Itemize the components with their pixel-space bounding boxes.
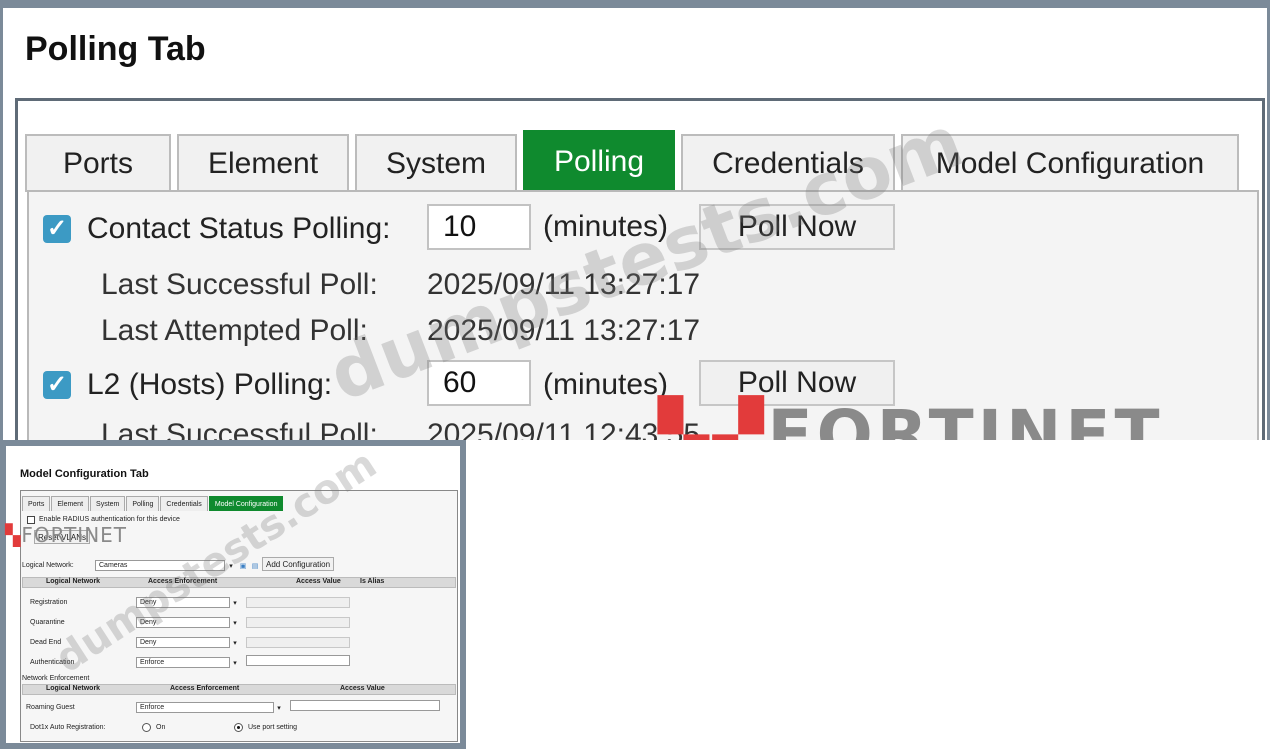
tab-system[interactable]: System — [355, 134, 517, 192]
edit-icon[interactable]: ▣ — [238, 560, 248, 571]
ne-row-roaming-guest-access-value[interactable] — [290, 700, 440, 711]
fortinet-logo: ▚▞FORTINET — [658, 396, 1163, 440]
tab-model-configuration[interactable]: Model Configuration — [901, 134, 1239, 192]
row-registration-access-value — [246, 597, 350, 608]
l2-polling-units: (minutes) — [543, 368, 669, 401]
logical-network-label: Logical Network: — [22, 562, 74, 569]
dot1x-use-port-setting-label: Use port setting — [248, 724, 298, 731]
radius-auth-label: Enable RADIUS authentication for this de… — [39, 516, 180, 523]
add-configuration-button[interactable]: Add Configuration — [262, 557, 335, 571]
dot1x-on-radio[interactable] — [142, 723, 151, 732]
header-access-enforcement: Access Enforcement — [148, 578, 218, 585]
tab-polling[interactable]: Polling — [523, 130, 675, 192]
mc-tab-model-configuration[interactable]: Model Configuration — [208, 496, 284, 511]
dot1x-use-port-setting-radio[interactable] — [234, 723, 243, 732]
row-authentication-access-value[interactable] — [246, 655, 350, 666]
row-quarantine-enforcement[interactable]: Deny — [136, 617, 230, 628]
ne-header-access-enforcement: Access Enforcement — [170, 685, 240, 692]
ne-row-roaming-guest-name: Roaming Guest — [26, 704, 75, 711]
model-config-title: Model Configuration Tab — [20, 468, 149, 480]
header-is-alias: Is Alias — [360, 578, 385, 585]
ne-header-logical-network: Logical Network — [46, 685, 101, 692]
ne-row-dropdown-arrow[interactable]: ▾ — [274, 702, 284, 713]
header-access-value: Access Value — [296, 578, 341, 585]
row-quarantine-name: Quarantine — [30, 619, 65, 626]
dot1x-on-label: On — [156, 724, 166, 731]
logical-network-select[interactable]: Cameras — [95, 560, 225, 571]
fortinet-logo-small: ▚FORTINET — [5, 523, 127, 547]
dot1x-auto-registration-label: Dot1x Auto Registration: — [30, 724, 106, 731]
contact-polling-row: ✓ Contact Status Polling: — [43, 206, 391, 252]
fortinet-logo-small-text: FORTINET — [21, 523, 128, 547]
fortinet-logo-text: FORTINET — [767, 396, 1164, 440]
contact-polling-interval-input[interactable]: 10 — [427, 204, 531, 250]
row-dead-end-dropdown-arrow[interactable]: ▾ — [230, 637, 240, 648]
contact-polling-label: Contact Status Polling: — [87, 212, 391, 245]
mc-tab-polling[interactable]: Polling — [126, 496, 160, 511]
polling-tab-panel: Polling Tab Ports Element System Polling… — [0, 0, 1270, 440]
row-dead-end-name: Dead End — [30, 639, 62, 646]
mc-tab-credentials[interactable]: Credentials — [160, 496, 208, 511]
contact-last-attempt-label: Last Attempted Poll: — [101, 314, 368, 347]
contact-polling-checkbox[interactable]: ✓ — [43, 215, 71, 243]
ne-header-access-value: Access Value — [340, 685, 385, 692]
logical-network-dropdown-arrow[interactable]: ▾ — [226, 560, 236, 571]
tab-ports[interactable]: Ports — [25, 134, 171, 192]
l2-polling-label: L2 (Hosts) Polling: — [87, 368, 333, 401]
row-authentication-enforcement[interactable]: Enforce — [136, 657, 230, 668]
header-logical-network: Logical Network — [46, 578, 101, 585]
network-enforcement-label: Network Enforcement — [22, 675, 90, 682]
fortinet-logo-small-mark: ▚ — [5, 523, 22, 547]
l2-polling-row: ✓ L2 (Hosts) Polling: — [43, 362, 332, 408]
row-quarantine-access-value — [246, 617, 350, 628]
contact-poll-now-button[interactable]: Poll Now — [699, 204, 895, 250]
row-dead-end-enforcement[interactable]: Deny — [136, 637, 230, 648]
contact-polling-units: (minutes) — [543, 210, 669, 243]
contact-last-success-value: 2025/09/11 13:27:17 — [427, 268, 701, 301]
mc-tab-element[interactable]: Element — [51, 496, 90, 511]
tab-credentials[interactable]: Credentials — [681, 134, 895, 192]
ne-row-roaming-guest-enforcement[interactable]: Enforce — [136, 702, 274, 713]
l2-polling-interval-input[interactable]: 60 — [427, 360, 531, 406]
row-authentication-name: Authentication — [30, 659, 75, 666]
row-quarantine-dropdown-arrow[interactable]: ▾ — [230, 617, 240, 628]
l2-polling-checkbox[interactable]: ✓ — [43, 371, 71, 399]
row-registration-enforcement[interactable]: Deny — [136, 597, 230, 608]
copy-icon[interactable]: ▤ — [250, 560, 260, 571]
row-authentication-dropdown-arrow[interactable]: ▾ — [230, 657, 240, 668]
row-dead-end-access-value — [246, 637, 350, 648]
contact-last-attempt-value: 2025/09/11 13:27:17 — [427, 314, 701, 347]
model-config-tab-bar: Ports Element System Polling Credentials… — [22, 496, 284, 511]
fortinet-logo-mark: ▚▞ — [658, 396, 768, 440]
row-registration-dropdown-arrow[interactable]: ▾ — [230, 597, 240, 608]
mc-tab-ports[interactable]: Ports — [22, 496, 51, 511]
l2-last-success-label: Last Successful Poll: — [101, 418, 378, 440]
mc-tab-system[interactable]: System — [90, 496, 126, 511]
tab-element[interactable]: Element — [177, 134, 349, 192]
tab-bar: Ports Element System Polling Credentials… — [25, 130, 1245, 192]
contact-last-success-label: Last Successful Poll: — [101, 268, 378, 301]
row-registration-name: Registration — [30, 599, 68, 606]
page-title: Polling Tab — [25, 30, 206, 68]
